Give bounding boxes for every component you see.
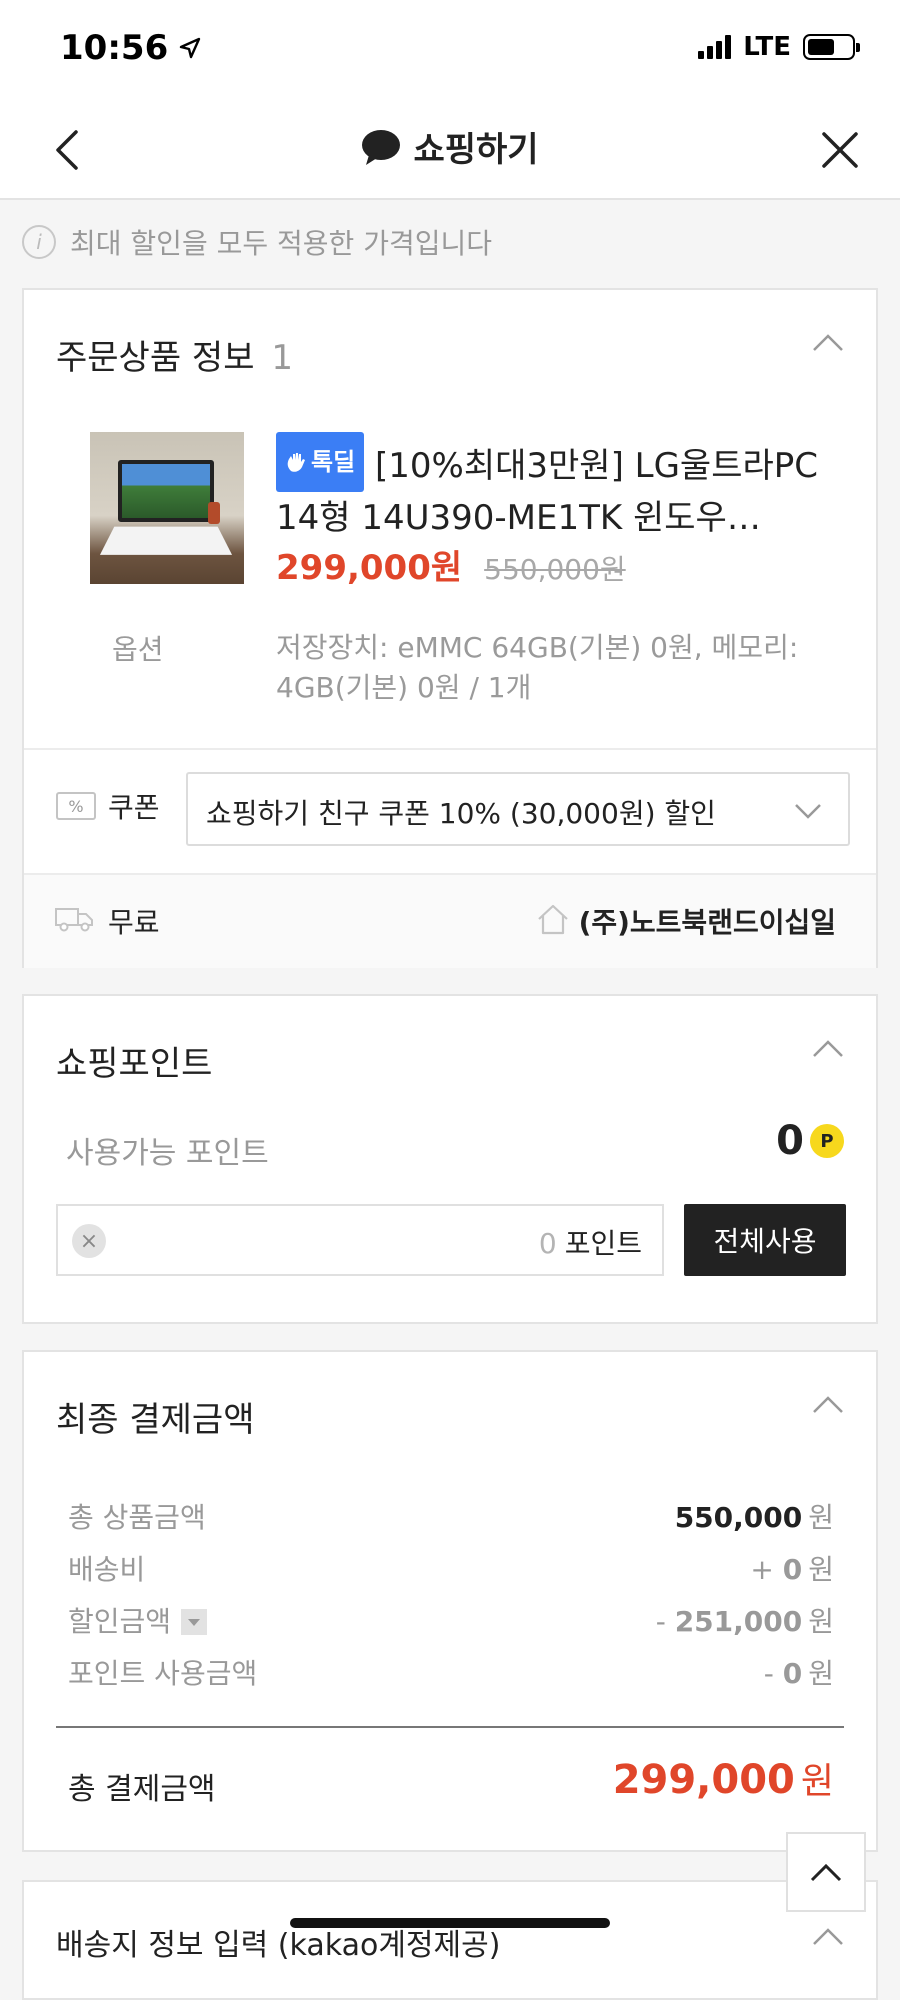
chevron-up-icon — [810, 1863, 842, 1882]
battery-icon — [803, 34, 860, 60]
discount-notice: i 최대 할인을 모두 적용한 가격입니다 — [22, 222, 492, 262]
point-input-number: 0 — [538, 1227, 557, 1260]
product-thumbnail[interactable] — [90, 432, 244, 584]
shipping-address-section: 배송지 정보 입력 (kakao계정제공) — [22, 1880, 878, 2000]
home-icon — [538, 904, 568, 935]
summary-value: - 251,000 원 — [655, 1605, 834, 1638]
summary-value: + 0원 — [750, 1553, 834, 1586]
waving-hand-icon — [287, 453, 305, 472]
option-label: 옵션 — [112, 633, 164, 666]
signal-icon — [698, 35, 732, 59]
available-points-label: 사용가능 포인트 — [66, 1136, 269, 1171]
location-arrow-icon — [180, 37, 201, 59]
sale-price: 299,000원 — [276, 548, 463, 588]
section-title: 쇼핑포인트 — [56, 1044, 213, 1084]
summary-label: 총 상품금액 — [68, 1501, 206, 1534]
price-row: 299,000원 550,000원 — [276, 540, 626, 589]
shopping-points-section: 쇼핑포인트 사용가능 포인트 0 P × 0 포인트 전체사용 — [22, 994, 878, 1324]
status-bar: 10:56 LTE — [0, 0, 900, 100]
chevron-down-icon — [795, 804, 821, 819]
chevron-up-icon[interactable] — [812, 1394, 844, 1414]
coupon-selected-text: 쇼핑하기 친구 쿠폰 10% (30,000원) 할인 — [206, 797, 716, 830]
summary-label: 할인금액 — [68, 1600, 208, 1640]
discount-notice-text: 최대 할인을 모두 적용한 가격입니다 — [70, 227, 493, 260]
divider — [56, 1726, 844, 1728]
available-points-value: 0 — [776, 1118, 804, 1164]
network-type: LTE — [743, 32, 791, 62]
page-title: 쇼핑하기 — [0, 122, 900, 171]
total-payment-label: 총 결제금액 — [68, 1772, 216, 1807]
final-payment-section: 최종 결제금액 총 상품금액 550,000 원 배송비 + 0원 할인금액 - … — [22, 1350, 878, 1852]
close-icon[interactable] — [810, 120, 870, 180]
use-all-points-button[interactable]: 전체사용 — [684, 1204, 846, 1276]
order-title-text: 주문상품 정보 — [56, 338, 255, 378]
coupon-icon: % — [56, 792, 96, 820]
section-title: 최종 결제금액 — [56, 1400, 255, 1440]
info-icon: i — [22, 225, 56, 259]
product-name[interactable]: 톡딜 [10%최대3만원] LG울트라PC 14형 14U390-ME1TK 윈… — [276, 432, 836, 544]
section-title: 주문상품 정보 1 — [56, 330, 293, 379]
summary-row: 배송비 + 0원 — [68, 1548, 834, 1588]
chat-bubble-icon — [362, 129, 401, 165]
summary-row: 총 상품금액 550,000 원 — [68, 1496, 834, 1536]
coupon-row: % 쿠폰 쇼핑하기 친구 쿠폰 10% (30,000원) 할인 — [24, 750, 876, 860]
seller-name[interactable]: (주)노트북랜드이십일 — [579, 901, 836, 941]
order-info-section: 주문상품 정보 1 톡딜 [10%최대3만원] LG울트라PC 14형 14U3… — [22, 288, 878, 968]
navbar: 쇼핑하기 — [0, 100, 900, 200]
option-text: 저장장치: eMMC 64GB(기본) 0원, 메모리: 4GB(기본) 0원 … — [276, 631, 799, 704]
point-badge-icon: P — [810, 1124, 844, 1158]
coupon-label: 쿠폰 — [108, 791, 160, 824]
total-payment-value: 299,000 원 — [612, 1757, 834, 1803]
point-input[interactable]: × 0 포인트 — [56, 1204, 664, 1276]
coupon-select[interactable]: 쇼핑하기 친구 쿠폰 10% (30,000원) 할인 — [186, 772, 850, 846]
chevron-up-icon[interactable] — [812, 1926, 844, 1946]
deal-badge-text: 톡딜 — [311, 448, 356, 476]
summary-row: 할인금액 - 251,000 원 — [68, 1600, 834, 1640]
deal-badge: 톡딜 — [276, 432, 365, 492]
chevron-up-icon[interactable] — [812, 332, 844, 352]
summary-value: - 0원 — [763, 1657, 834, 1690]
original-price: 550,000원 — [484, 553, 626, 586]
point-input-unit: 포인트 — [564, 1227, 642, 1260]
truck-icon — [55, 908, 93, 932]
chevron-up-icon[interactable] — [812, 1038, 844, 1058]
summary-label: 포인트 사용금액 — [68, 1657, 258, 1690]
discount-detail-toggle-icon[interactable] — [181, 1609, 208, 1635]
status-indicators: LTE — [698, 32, 860, 62]
page-title-text: 쇼핑하기 — [413, 130, 539, 170]
point-input-value: 0 포인트 — [539, 1222, 642, 1262]
summary-row: 포인트 사용금액 - 0원 — [68, 1652, 834, 1692]
summary-label: 배송비 — [68, 1553, 146, 1586]
clear-icon[interactable]: × — [72, 1224, 106, 1258]
home-indicator[interactable] — [290, 1918, 610, 1928]
summary-value: 550,000 원 — [674, 1501, 834, 1534]
status-time-text: 10:56 — [60, 28, 169, 68]
scroll-to-top-button[interactable] — [786, 1832, 866, 1912]
shipping-row: 무료 (주)노트북랜드이십일 — [24, 875, 876, 968]
shipping-fee-label: 무료 — [108, 906, 160, 939]
order-count: 1 — [271, 338, 293, 378]
status-time: 10:56 — [60, 28, 202, 68]
